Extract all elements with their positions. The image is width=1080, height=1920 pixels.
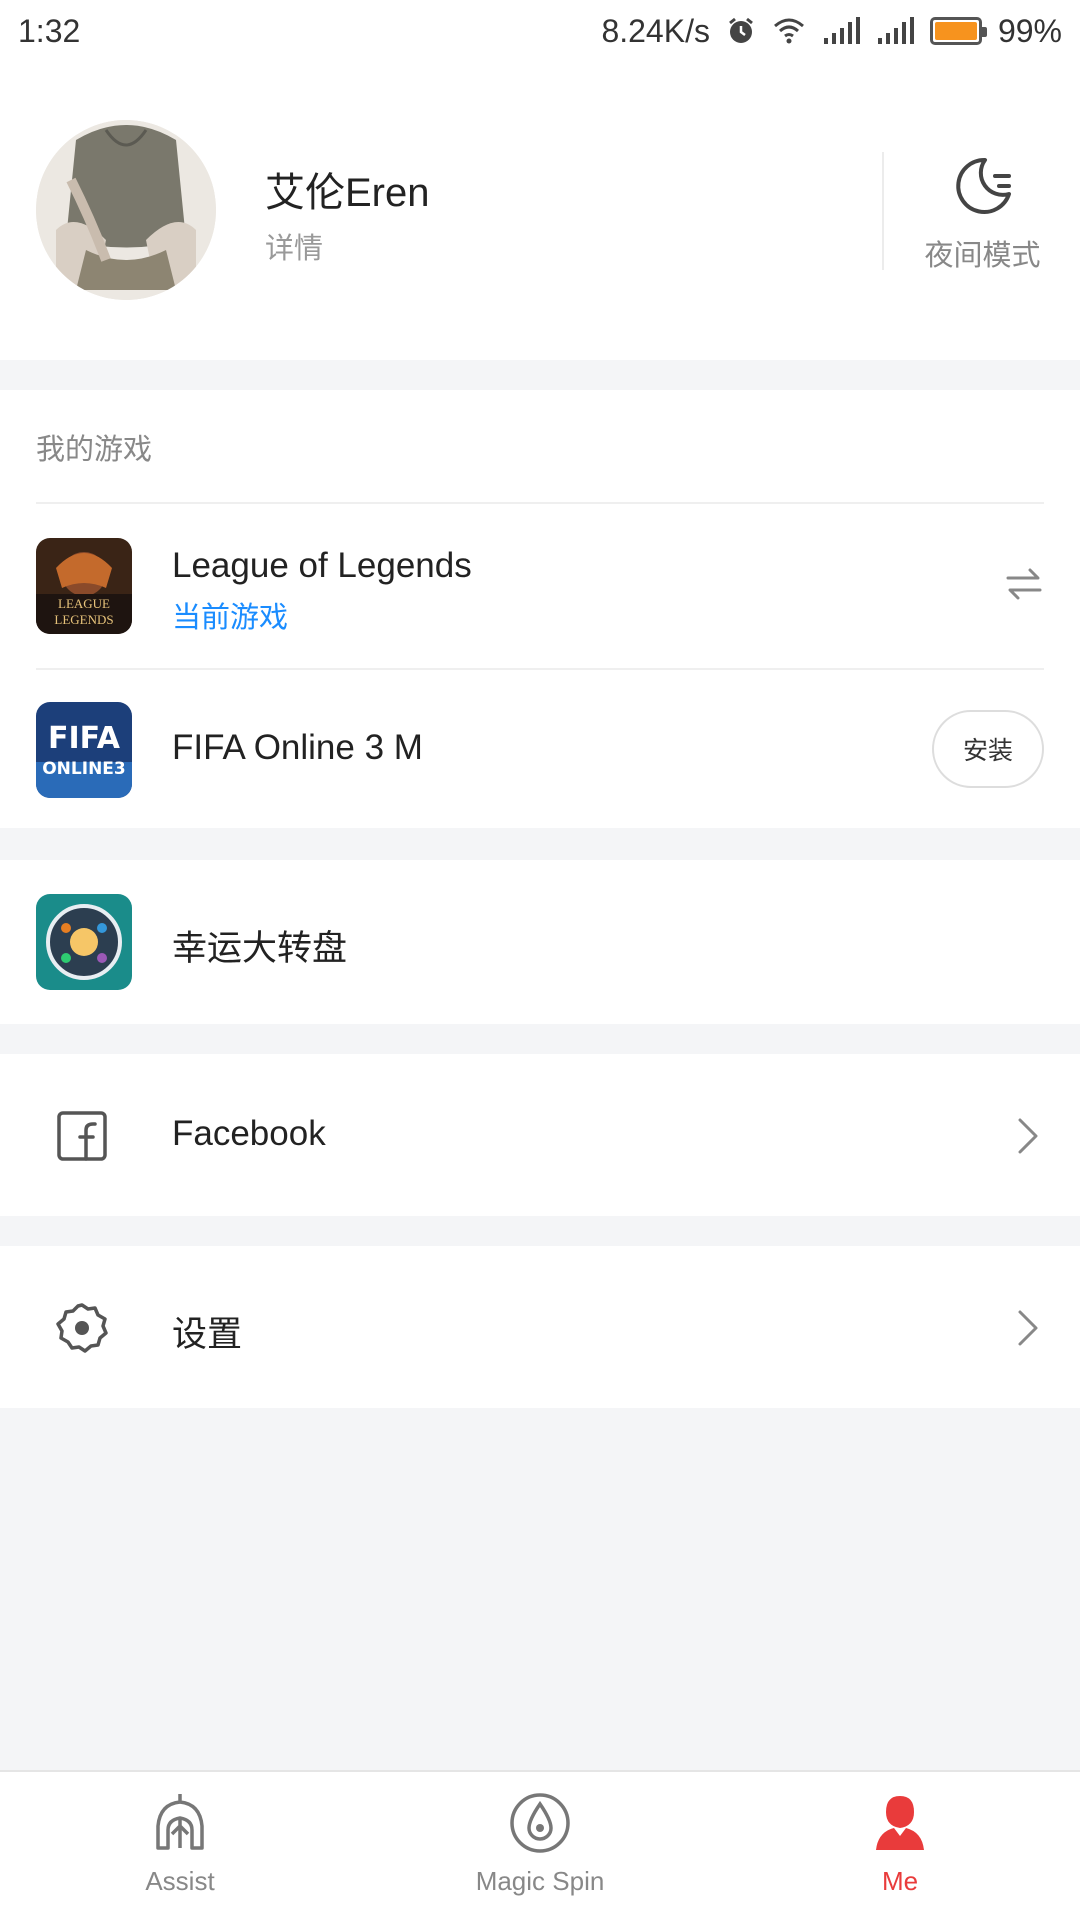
nav-assist[interactable]: Assist bbox=[0, 1772, 360, 1920]
svg-text:ONLINE3: ONLINE3 bbox=[42, 759, 126, 779]
spin-icon bbox=[510, 1793, 570, 1853]
facebook-row[interactable]: Facebook bbox=[0, 1054, 1080, 1218]
svg-text:LEGENDS: LEGENDS bbox=[54, 612, 113, 627]
moon-icon bbox=[955, 157, 1011, 214]
signal-icon-2 bbox=[877, 17, 914, 44]
person-icon bbox=[876, 1796, 924, 1850]
user-name[interactable]: 艾伦Eren bbox=[265, 160, 430, 218]
game-row-lol[interactable]: LEAGUE LEGENDS League of Legends 当前游戏 bbox=[0, 504, 1080, 668]
nav-label-magic-spin: Magic Spin bbox=[475, 1866, 605, 1896]
signal-icon-1 bbox=[823, 17, 860, 44]
facebook-icon bbox=[57, 1111, 107, 1161]
facebook-label: Facebook bbox=[172, 1114, 326, 1153]
svg-text:FIFA: FIFA bbox=[48, 721, 121, 756]
battery-level bbox=[934, 22, 977, 40]
avatar-illustration bbox=[36, 120, 216, 300]
install-button[interactable]: 安装 bbox=[932, 710, 1044, 788]
night-mode-label: 夜间模式 bbox=[924, 240, 1041, 272]
status-indicators: 8.24K/s 99% bbox=[601, 13, 1062, 50]
settings-section: 设置 bbox=[0, 1246, 1080, 1408]
game-name: League of Legends bbox=[172, 546, 472, 585]
wifi-icon bbox=[773, 18, 804, 44]
fifa-game-icon: FIFA ONLINE3 bbox=[36, 702, 132, 798]
battery-icon bbox=[929, 17, 987, 45]
facebook-section: Facebook bbox=[0, 1054, 1080, 1216]
chevron-right-icon bbox=[1018, 1310, 1038, 1346]
nav-label-me: Me bbox=[881, 1866, 919, 1896]
nav-me[interactable]: Me bbox=[720, 1772, 1080, 1920]
lucky-wheel-row[interactable]: 幸运大转盘 bbox=[0, 860, 1080, 1024]
night-mode-button[interactable]: 夜间模式 bbox=[900, 152, 1065, 282]
switch-icon[interactable] bbox=[1004, 564, 1044, 604]
current-game-label: 当前游戏 bbox=[172, 602, 289, 634]
nav-magic-spin[interactable]: Magic Spin bbox=[360, 1772, 720, 1920]
settings-row[interactable]: 设置 bbox=[0, 1246, 1080, 1410]
header-divider bbox=[882, 152, 884, 270]
lucky-wheel-icon bbox=[36, 894, 132, 990]
my-games-section: 我的游戏 LEAGUE LEGENDS League of Legends 当前… bbox=[0, 390, 1080, 828]
status-time: 1:32 bbox=[18, 12, 81, 49]
alarm-icon bbox=[729, 17, 753, 43]
bottom-nav: Assist Magic Spin Me bbox=[0, 1770, 1080, 1920]
nav-label-assist: Assist bbox=[145, 1866, 215, 1896]
svg-text:LEAGUE: LEAGUE bbox=[58, 596, 110, 611]
user-detail-link[interactable]: 详情 bbox=[265, 225, 323, 267]
my-games-title: 我的游戏 bbox=[36, 434, 153, 466]
game-name: FIFA Online 3 M bbox=[172, 728, 423, 767]
profile-header: 艾伦Eren 详情 夜间模式 bbox=[0, 62, 1080, 360]
lucky-wheel-section: 幸运大转盘 bbox=[0, 860, 1080, 1024]
lol-game-icon: LEAGUE LEGENDS bbox=[36, 538, 132, 634]
gear-icon bbox=[56, 1303, 108, 1353]
chevron-right-icon bbox=[1018, 1118, 1038, 1154]
lucky-wheel-label: 幸运大转盘 bbox=[172, 929, 348, 968]
network-speed: 8.24K/s bbox=[601, 12, 710, 49]
game-row-fifa[interactable]: FIFA ONLINE3 FIFA Online 3 M 安装 bbox=[0, 668, 1080, 832]
battery-percent: 99% bbox=[997, 12, 1062, 49]
status-bar: 1:32 8.24K/s 99% bbox=[0, 0, 1080, 62]
avatar[interactable] bbox=[36, 120, 216, 300]
helmet-icon bbox=[156, 1794, 204, 1850]
settings-label: 设置 bbox=[172, 1315, 243, 1354]
